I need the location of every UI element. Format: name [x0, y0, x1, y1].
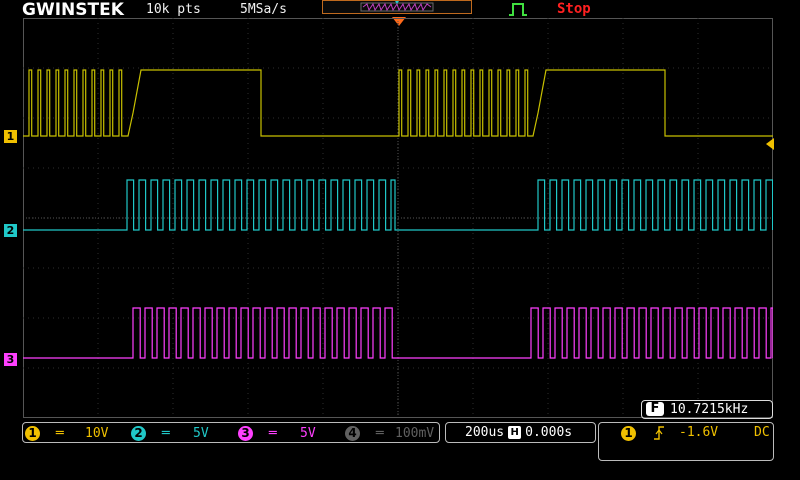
- trigger-source-badge: 1: [621, 426, 636, 441]
- timebase-position: 0.000s: [525, 425, 573, 440]
- ch3-marker[interactable]: 3: [4, 353, 17, 366]
- ch4-scale: 100mV: [395, 426, 435, 441]
- ch1-marker[interactable]: 1: [4, 130, 17, 143]
- brand-logo: GWINSTEK: [22, 0, 124, 20]
- trigger-level: -1.6V: [679, 425, 719, 440]
- rising-edge-icon: [653, 425, 665, 445]
- memory-bar-icon[interactable]: [322, 0, 472, 14]
- ch1-scale: 10V: [85, 426, 109, 441]
- frequency-icon: F: [646, 402, 664, 416]
- dc-coupling-icon: ═: [161, 426, 170, 441]
- ch3-badge: 3: [238, 426, 253, 441]
- waveform-display[interactable]: [23, 18, 773, 418]
- dc-coupling-icon: ═: [375, 426, 384, 441]
- ch2-status[interactable]: 2 ═ 5V: [131, 425, 209, 442]
- channel-status-bar: 1 ═ 10V 2 ═ 5V 3 ═ 5V 4 ═ 100mV: [22, 422, 440, 443]
- run-state[interactable]: Stop: [557, 1, 591, 17]
- ch2-scale: 5V: [193, 426, 209, 441]
- record-length: 10k pts: [146, 2, 201, 17]
- dc-coupling-icon: ═: [55, 426, 64, 441]
- trigger-status[interactable]: 1 -1.6V DC: [598, 422, 774, 461]
- timebase-scale: 200us: [465, 425, 505, 440]
- ch1-status[interactable]: 1 ═ 10V: [25, 425, 108, 442]
- ch4-status[interactable]: 4 ═ 100mV: [345, 425, 434, 442]
- dc-coupling-icon: ═: [268, 426, 277, 441]
- horizontal-position-icon: H: [508, 426, 522, 439]
- trigger-level-icon[interactable]: [766, 138, 774, 150]
- trigger-coupling: DC: [754, 425, 770, 440]
- sample-rate: 5MSa/s: [240, 2, 287, 17]
- timebase-status[interactable]: 200us H 0.000s: [445, 422, 596, 443]
- frequency-counter: F 10.7215kHz: [641, 400, 773, 419]
- ch1-badge: 1: [25, 426, 40, 441]
- ch4-badge: 4: [345, 426, 360, 441]
- ch3-scale: 5V: [300, 426, 316, 441]
- frequency-value: 10.7215kHz: [670, 402, 749, 417]
- ch3-status[interactable]: 3 ═ 5V: [238, 425, 316, 442]
- ch2-badge: 2: [131, 426, 146, 441]
- ch2-marker[interactable]: 2: [4, 224, 17, 237]
